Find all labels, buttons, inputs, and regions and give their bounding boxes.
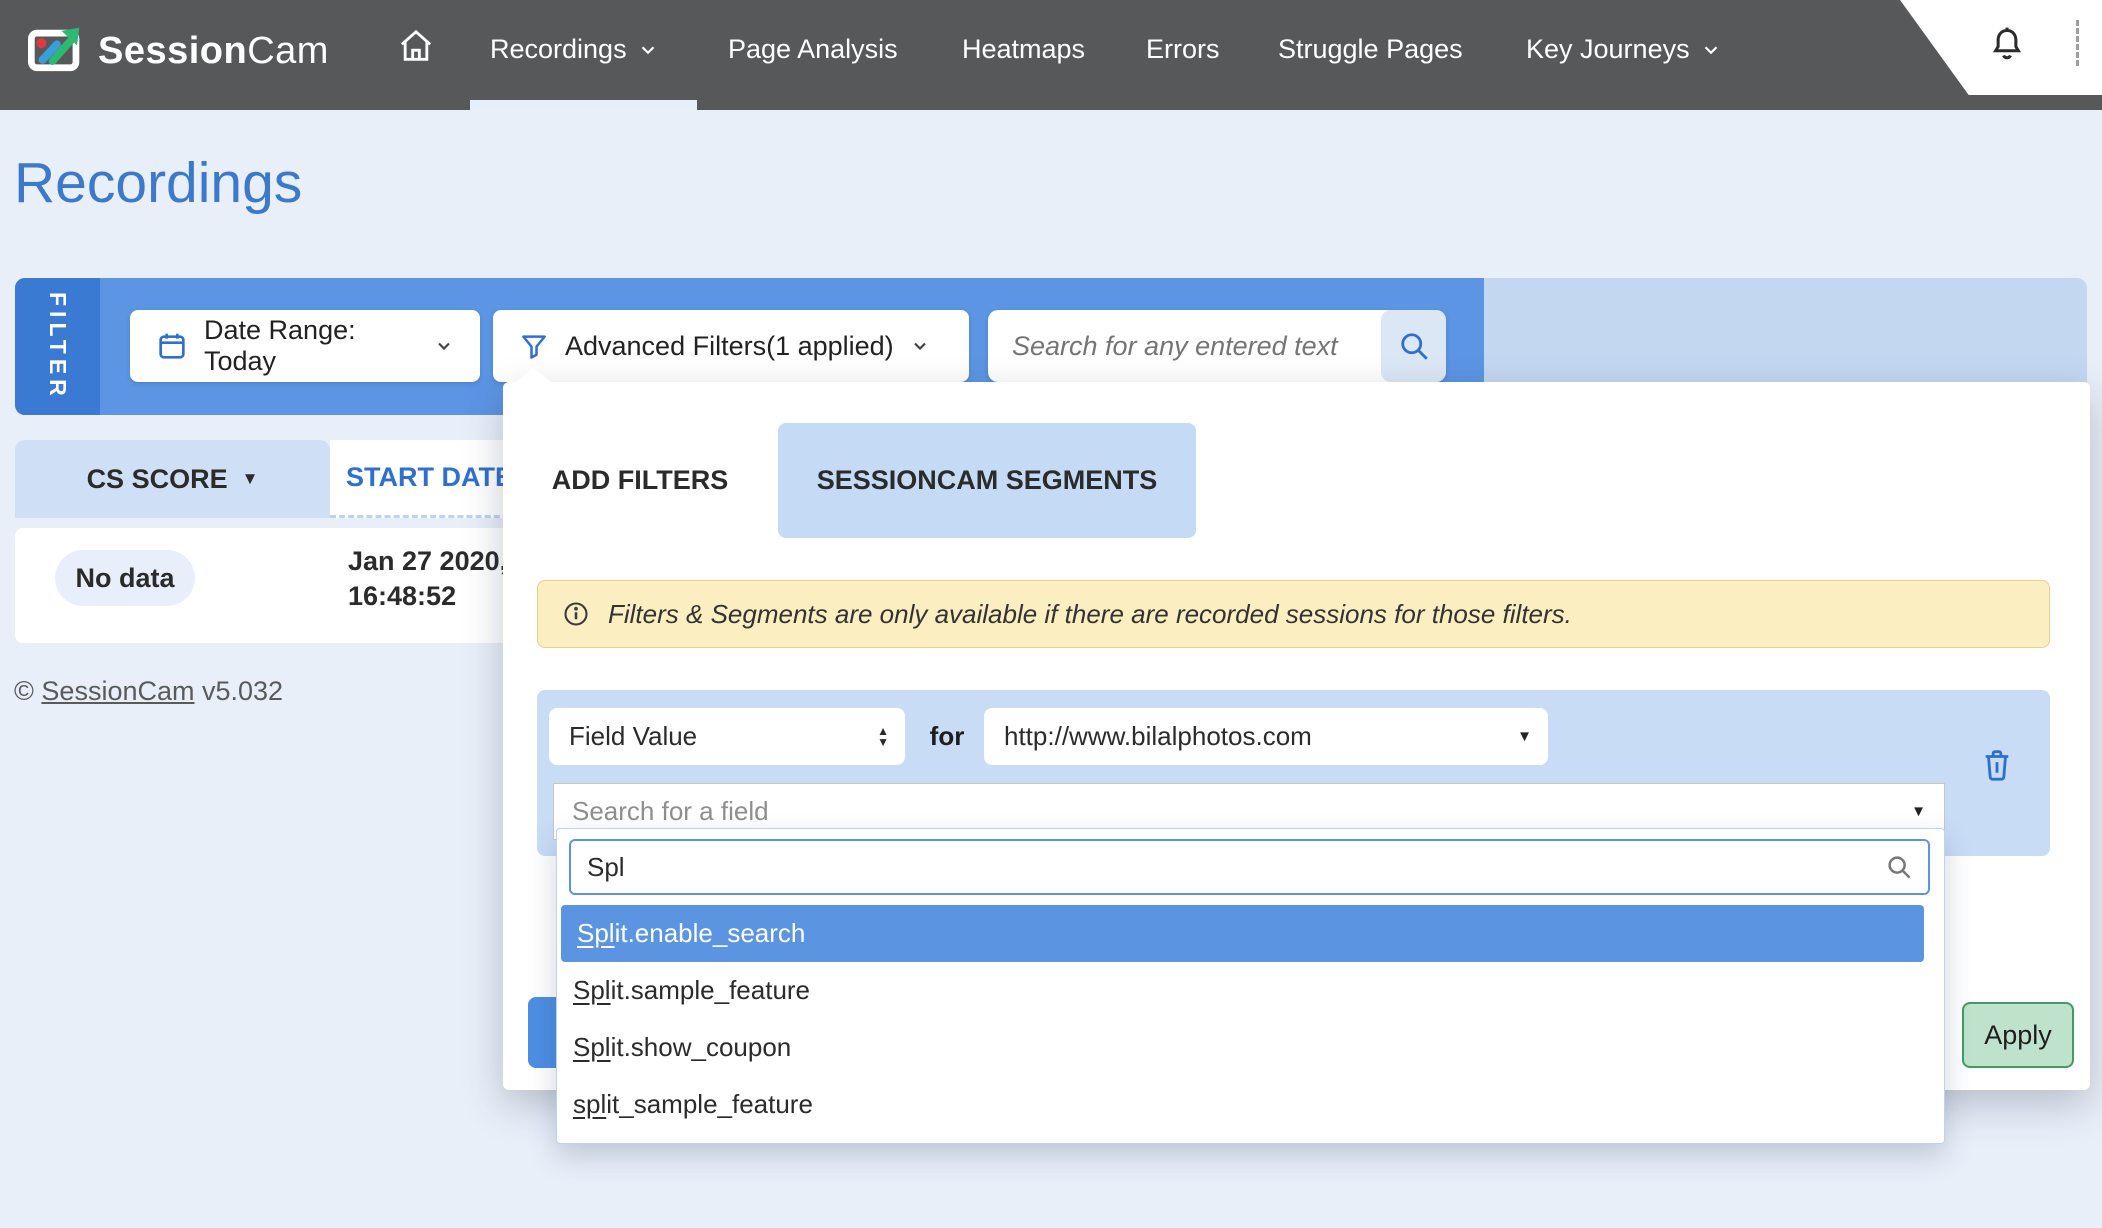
connector-label: for [921, 708, 973, 765]
kebab-menu-icon[interactable] [2076, 20, 2079, 66]
cs-score-badge: No data [55, 550, 195, 606]
field-options-dropdown: Split.enable_search Split.sample_feature… [556, 828, 1945, 1144]
date-range-button[interactable]: Date Range: Today [130, 310, 480, 382]
option-split-sample-feature[interactable]: Split.sample_feature [557, 962, 1944, 1019]
sessioncam-logo[interactable]: SessionCam [28, 22, 329, 80]
text-search-input[interactable] [988, 310, 1381, 382]
advanced-filters-label: Advanced Filters(1 applied) [565, 331, 894, 362]
screen: SessionCam Recordings Page Analysis Heat… [0, 0, 2102, 1228]
start-date-cell: Jan 27 2020, 16:48:52 [348, 544, 507, 614]
caret-down-icon: ▼ [1517, 728, 1532, 745]
delete-filter-button[interactable] [1980, 746, 2014, 784]
nav-item-errors[interactable]: Errors [1146, 34, 1220, 65]
field-query-box [569, 839, 1930, 895]
tab-sessioncam-segments[interactable]: SESSIONCAM SEGMENTS [778, 423, 1196, 538]
sort-desc-icon: ▼ [242, 469, 259, 489]
version-label: v5.032 [202, 676, 283, 706]
filter-tab-label: FILTER [44, 292, 71, 401]
option-split-show-coupon[interactable]: Split.show_coupon [557, 1019, 1944, 1076]
field-options-list: Split.enable_search Split.sample_feature… [557, 905, 1944, 1133]
nav-item-label: Errors [1146, 34, 1220, 65]
panel-pointer-notch [515, 368, 551, 382]
nav-item-page-analysis[interactable]: Page Analysis [728, 34, 898, 65]
option-split-enable-search[interactable]: Split.enable_search [561, 905, 1924, 962]
field-query-input[interactable] [587, 852, 1884, 883]
page-title: Recordings [14, 150, 302, 216]
column-header-cs-score[interactable]: CS SCORE ▼ [15, 440, 330, 518]
search-icon [1396, 328, 1432, 364]
info-icon [562, 600, 590, 628]
advanced-filters-button[interactable]: Advanced Filters(1 applied) [493, 310, 969, 382]
top-navbar: SessionCam Recordings Page Analysis Heat… [0, 0, 2102, 110]
caret-down-icon: ▼ [1911, 803, 1926, 820]
brand-name: SessionCam [98, 30, 329, 73]
tab-add-filters[interactable]: ADD FILTERS [520, 423, 760, 538]
search-button[interactable] [1381, 310, 1446, 382]
field-search-placeholder: Search for a field [572, 796, 769, 827]
magnifier-icon [1884, 852, 1914, 882]
home-icon [396, 26, 436, 66]
nav-item-heatmaps[interactable]: Heatmaps [962, 34, 1085, 65]
cs-score-header-label: CS SCORE [87, 464, 228, 495]
notifications-bell-icon[interactable] [1988, 24, 2026, 68]
site-select-value: http://www.bilalphotos.com [1004, 721, 1312, 752]
nav-item-label: Recordings [490, 34, 627, 65]
tab-label: SESSIONCAM SEGMENTS [817, 465, 1158, 496]
nav-item-label: Page Analysis [728, 34, 898, 65]
nav-item-struggle-pages[interactable]: Struggle Pages [1278, 34, 1463, 65]
spinner-arrows-icon: ▲▼ [877, 726, 889, 748]
apply-button-label: Apply [1984, 1020, 2052, 1051]
chevron-down-icon [1700, 39, 1722, 61]
copyright-line: © SessionCam v5.032 [14, 676, 283, 707]
sessioncam-link[interactable]: SessionCam [41, 676, 194, 706]
sessioncam-logo-icon [28, 22, 86, 80]
tab-label: ADD FILTERS [552, 465, 729, 496]
advanced-filters-panel: ADD FILTERS SESSIONCAM SEGMENTS Filters … [503, 382, 2090, 1090]
field-type-value: Field Value [569, 721, 697, 752]
nav-item-label: Heatmaps [962, 34, 1085, 65]
text-search-group [988, 310, 1446, 382]
date-range-label: Date Range: Today [204, 315, 418, 377]
apply-button[interactable]: Apply [1962, 1002, 2074, 1068]
info-banner: Filters & Segments are only available if… [537, 580, 2050, 648]
copyright-symbol: © [14, 676, 34, 706]
chevron-down-icon [910, 336, 930, 356]
nav-item-recordings[interactable]: Recordings [490, 34, 659, 65]
option-split-sample-feature-lower[interactable]: split_sample_feature [557, 1076, 1944, 1133]
nav-item-label: Struggle Pages [1278, 34, 1463, 65]
nav-item-key-journeys[interactable]: Key Journeys [1526, 34, 1722, 65]
nav-home-button[interactable] [396, 26, 436, 66]
info-banner-text: Filters & Segments are only available if… [608, 599, 1572, 630]
field-type-select[interactable]: Field Value ▲▼ [549, 708, 905, 765]
site-select[interactable]: http://www.bilalphotos.com ▼ [984, 708, 1548, 765]
start-date-header-label: START DATE [346, 462, 513, 493]
filter-tab[interactable]: FILTER [15, 278, 100, 415]
nav-item-label: Key Journeys [1526, 34, 1690, 65]
chevron-down-icon [637, 39, 659, 61]
funnel-icon [519, 331, 549, 361]
active-tab-indicator [470, 100, 697, 110]
calendar-icon [156, 330, 188, 362]
chevron-down-icon [434, 336, 454, 356]
